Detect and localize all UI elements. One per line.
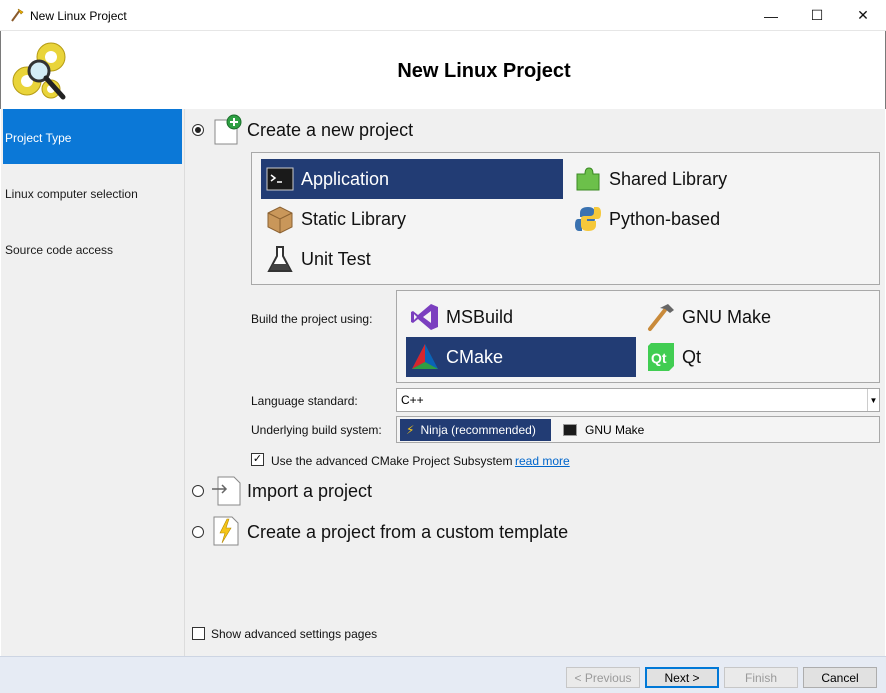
- import-project-label: Import a project: [247, 481, 373, 501]
- project-type-shared-library[interactable]: Shared Library: [569, 159, 871, 199]
- wizard-content: Create a new project Application Shared …: [184, 109, 885, 656]
- wizard-header: New Linux Project: [0, 31, 886, 109]
- wizard-sidebar: Project Type Linux computer selection So…: [1, 109, 184, 656]
- page-title: New Linux Project: [397, 60, 571, 82]
- build-system-gnu-make[interactable]: GNU Make: [557, 419, 687, 441]
- project-type-python-based[interactable]: Python-based: [569, 199, 871, 239]
- cancel-button[interactable]: Cancel: [803, 667, 877, 688]
- project-type-unit-test[interactable]: Unit Test: [261, 239, 563, 279]
- custom-template-radio[interactable]: [192, 526, 204, 538]
- cmake-subsystem-checkbox[interactable]: ✓: [251, 453, 264, 466]
- sidebar-item-source-code-access[interactable]: Source code access: [3, 221, 182, 276]
- visual-studio-icon: [410, 302, 440, 332]
- sidebar-item-project-type[interactable]: Project Type: [3, 109, 182, 164]
- lightning-icon: ⚡: [406, 423, 415, 437]
- template-document-icon: [213, 516, 239, 546]
- project-type-panel: Application Shared Library Static Librar…: [251, 152, 880, 285]
- build-system-label-text: Ninja (recommended): [420, 423, 536, 437]
- show-advanced-label: Show advanced settings pages: [211, 627, 378, 641]
- wizard-footer: < Previous Next > Finish Cancel: [0, 656, 886, 693]
- import-project-radio[interactable]: [192, 485, 204, 497]
- minimize-button[interactable]: —: [748, 0, 794, 31]
- python-icon: [573, 204, 603, 234]
- cmake-icon: [410, 342, 440, 372]
- build-tool-qt[interactable]: Qt Qt: [642, 337, 872, 377]
- app-icon: [11, 8, 24, 22]
- svg-text:Qt: Qt: [651, 350, 667, 366]
- build-tool-label: Qt: [682, 346, 702, 367]
- build-tool-cmake[interactable]: CMake: [406, 337, 636, 377]
- project-type-label: Static Library: [301, 208, 407, 229]
- new-document-icon: [214, 114, 242, 145]
- window-title: New Linux Project: [30, 9, 127, 23]
- project-type-label: Unit Test: [301, 248, 371, 269]
- project-type-label: Python-based: [609, 208, 721, 229]
- project-type-label: Application: [301, 168, 390, 189]
- language-standard-dropdown[interactable]: C++ ▼: [396, 388, 880, 412]
- box-icon: [265, 204, 295, 234]
- flask-icon: [265, 244, 295, 274]
- terminal-icon: [563, 424, 577, 436]
- language-standard-value: C++: [401, 393, 424, 407]
- build-tool-label: CMake: [446, 346, 504, 367]
- show-advanced-checkbox[interactable]: [192, 627, 205, 640]
- read-more-link[interactable]: read more: [515, 454, 570, 468]
- custom-template-label: Create a project from a custom template: [247, 522, 569, 542]
- build-system-label-text: GNU Make: [585, 423, 645, 437]
- build-using-label: Build the project using:: [251, 312, 373, 326]
- project-type-static-library[interactable]: Static Library: [261, 199, 563, 239]
- finish-button[interactable]: Finish: [724, 667, 798, 688]
- previous-button[interactable]: < Previous: [566, 667, 640, 688]
- language-standard-label: Language standard:: [251, 394, 358, 408]
- project-type-application[interactable]: Application: [261, 159, 563, 199]
- import-document-icon: [212, 476, 241, 506]
- sidebar-item-linux-computer-selection[interactable]: Linux computer selection: [3, 165, 182, 220]
- build-tool-panel: MSBuild GNU Make CMake Qt Qt: [396, 290, 880, 383]
- build-system-panel: ⚡ Ninja (recommended) GNU Make: [396, 416, 880, 443]
- build-tool-msbuild[interactable]: MSBuild: [406, 297, 636, 337]
- next-button[interactable]: Next >: [645, 667, 719, 688]
- maximize-button[interactable]: ☐: [794, 0, 840, 31]
- build-system-label: Underlying build system:: [251, 423, 382, 437]
- build-system-ninja[interactable]: ⚡ Ninja (recommended): [400, 419, 551, 441]
- cmake-subsystem-label: Use the advanced CMake Project Subsystem: [271, 454, 513, 468]
- terminal-icon: [265, 164, 295, 194]
- create-new-label: Create a new project: [247, 120, 414, 140]
- build-tool-label: MSBuild: [446, 306, 514, 327]
- build-tool-gnu-make[interactable]: GNU Make: [642, 297, 872, 337]
- puzzle-icon: [573, 164, 603, 194]
- qt-icon: Qt: [646, 342, 676, 372]
- title-bar: New Linux Project — ☐ ✕: [0, 0, 886, 31]
- hammer-icon: [646, 302, 676, 332]
- build-tool-label: GNU Make: [682, 306, 772, 327]
- project-type-label: Shared Library: [609, 168, 728, 189]
- close-button[interactable]: ✕: [840, 0, 886, 31]
- create-new-radio[interactable]: [192, 124, 204, 136]
- chevron-down-icon[interactable]: ▼: [867, 389, 879, 411]
